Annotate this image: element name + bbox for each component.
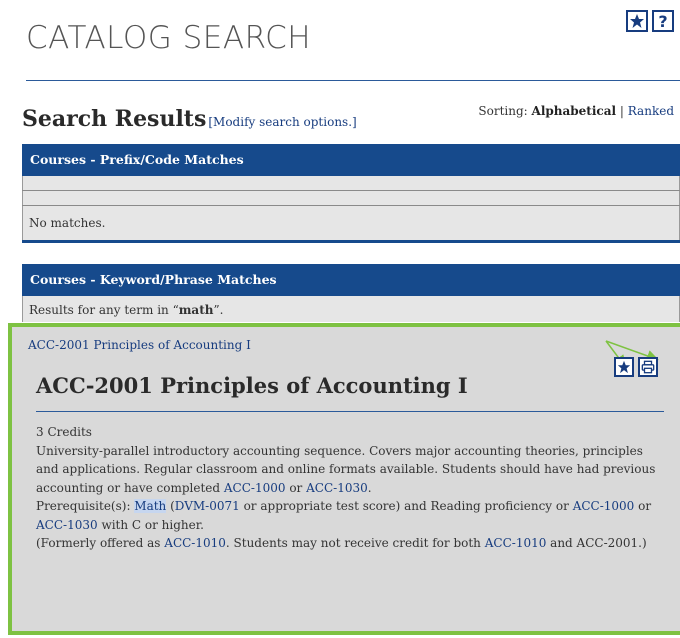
acc-1010-link[interactable]: ACC-1010: [485, 536, 547, 550]
acc-1000-link[interactable]: ACC-1000: [224, 481, 286, 495]
title-divider: [26, 80, 680, 81]
results-for-suffix: ”.: [213, 303, 224, 317]
favorites-star-icon[interactable]: [626, 10, 648, 32]
results-title: Search Results: [22, 106, 207, 132]
prereq-end-text: with C or higher.: [97, 517, 204, 532]
sorting-ranked-link[interactable]: Ranked: [628, 104, 674, 118]
prereq-acc-1000-link[interactable]: ACC-1000: [573, 499, 635, 513]
course-divider: [36, 411, 664, 412]
acc-1030-link[interactable]: ACC-1030: [306, 481, 368, 495]
period-text: .: [367, 480, 372, 495]
page-title: CATALOG SEARCH: [26, 20, 312, 56]
help-icon[interactable]: ?: [652, 10, 674, 32]
panel-bottom-bar: [22, 240, 680, 243]
sorting-control: Sorting: Alphabetical | Ranked: [478, 104, 674, 118]
top-toolbar: ?: [626, 10, 674, 32]
course-actions: [614, 357, 658, 377]
course-prerequisites: Prerequisite(s): Math (DVM-0071 or appro…: [36, 497, 664, 534]
course-result-card: ACC-2001 Principles of Accounting I ACC-…: [8, 323, 680, 635]
print-icon[interactable]: [638, 357, 658, 377]
math-link[interactable]: Math: [134, 499, 167, 513]
modify-search-link[interactable]: [Modify search options.]: [208, 115, 356, 129]
course-link[interactable]: ACC-2001 Principles of Accounting I: [28, 338, 251, 352]
search-term: math: [178, 303, 214, 317]
keyword-matches-panel: Courses - Keyword/Phrase Matches Results…: [22, 264, 680, 322]
prereq-acc-1030-link[interactable]: ACC-1030: [36, 518, 98, 532]
formerly-text: and ACC-2001.): [546, 536, 647, 550]
keyword-matches-header: Courses - Keyword/Phrase Matches: [22, 264, 680, 296]
results-for-term: Results for any term in “math”.: [22, 296, 680, 322]
prefix-matches-spacer: [22, 191, 680, 205]
prefix-matches-spacer: [22, 176, 680, 190]
formerly-text: . Students may not receive credit for bo…: [225, 536, 485, 550]
or-text: or: [285, 480, 307, 495]
results-heading: Search Results [Modify search options.]: [22, 106, 357, 132]
course-title: ACC-2001 Principles of Accounting I: [36, 373, 468, 398]
course-credits: 3 Credits: [36, 425, 92, 439]
course-description: 3 Credits University-parallel introducto…: [36, 423, 664, 553]
sorting-label: Sorting:: [478, 104, 528, 118]
prefix-matches-panel: Courses - Prefix/Code Matches No matches…: [22, 144, 680, 243]
prereq-label: Prerequisite(s):: [36, 499, 135, 513]
dvm-0071-link[interactable]: DVM-0071: [175, 499, 240, 513]
sorting-separator: |: [619, 104, 624, 118]
no-matches-message: No matches.: [22, 206, 680, 240]
or-text: or: [634, 499, 652, 513]
prereq-text: or appropriate test score) and Reading p…: [239, 499, 573, 513]
formerly-text: (Formerly offered as: [36, 536, 165, 550]
acc-1010-link[interactable]: ACC-1010: [164, 536, 226, 550]
course-summary: University-parallel introductory account…: [36, 442, 664, 498]
course-formerly: (Formerly offered as ACC-1010. Students …: [36, 534, 664, 553]
prefix-matches-header: Courses - Prefix/Code Matches: [22, 144, 680, 176]
add-favorite-star-icon[interactable]: [614, 357, 634, 377]
results-for-prefix: Results for any term in “: [29, 303, 179, 317]
prereq-paren: (: [166, 499, 175, 513]
sorting-alphabetical: Alphabetical: [531, 104, 617, 118]
